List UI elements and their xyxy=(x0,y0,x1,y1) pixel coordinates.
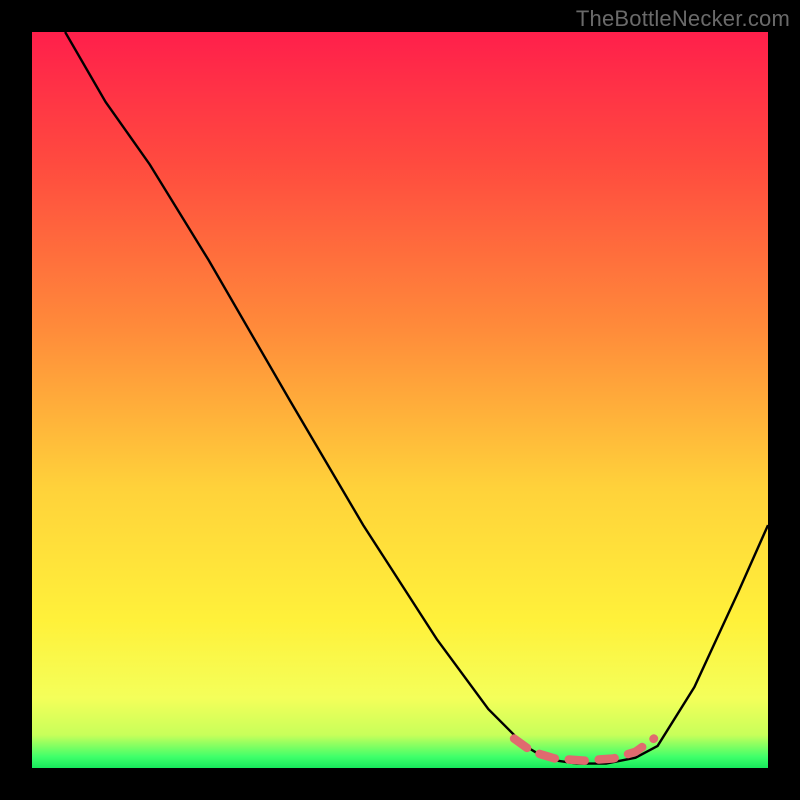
watermark-text: TheBottleNecker.com xyxy=(576,6,790,32)
chart-frame xyxy=(32,32,768,768)
gradient-background xyxy=(32,32,768,768)
bottleneck-chart xyxy=(32,32,768,768)
